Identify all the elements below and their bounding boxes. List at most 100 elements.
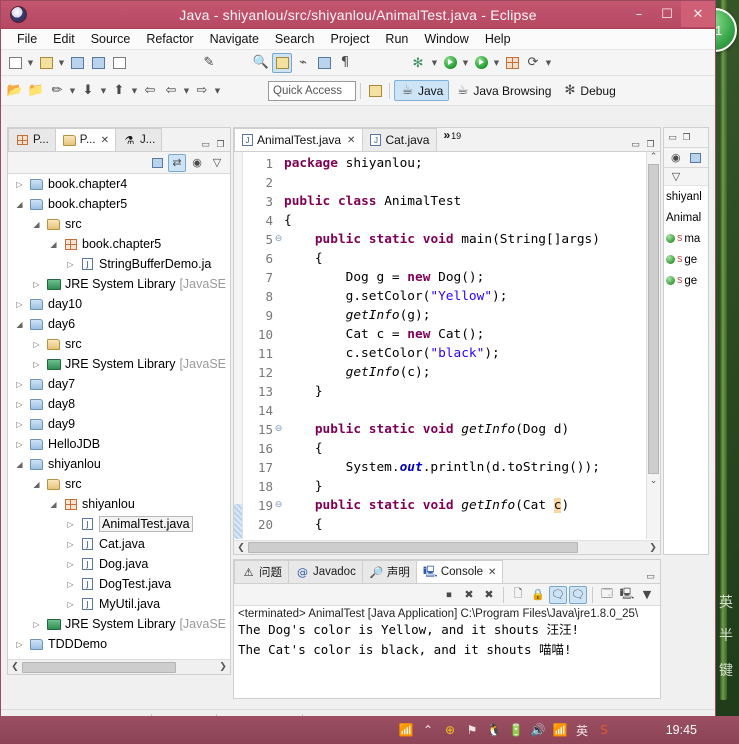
new-console-view-icon[interactable]: 🖳 bbox=[618, 586, 636, 604]
tree-item-day8[interactable]: ▷ day8 bbox=[8, 394, 230, 414]
battery-icon[interactable]: 🔋 bbox=[505, 719, 527, 741]
code-line[interactable]: { bbox=[284, 249, 660, 268]
pilcrow-icon[interactable]: ¶ bbox=[335, 53, 355, 73]
fold-toggle-icon[interactable] bbox=[273, 306, 284, 325]
toggle-mark-occurrences-icon[interactable]: ✎ bbox=[199, 53, 219, 73]
close-button[interactable]: ✕ bbox=[681, 1, 715, 27]
forward-dropdown-icon[interactable]: ▼ bbox=[213, 87, 222, 95]
new-class-dropdown-icon[interactable]: ▼ bbox=[57, 59, 66, 67]
scroll-left-icon[interactable]: ❮ bbox=[8, 662, 22, 672]
link-with-editor-icon[interactable]: ⇄ bbox=[168, 153, 186, 172]
next-annotation-icon[interactable]: ⬇ bbox=[78, 81, 98, 101]
fold-toggle-icon[interactable] bbox=[273, 173, 284, 192]
code-line[interactable]: public static void main(String[]args) bbox=[284, 230, 660, 249]
outline-item-ge[interactable]: Sge bbox=[664, 270, 708, 291]
twisty-icon[interactable]: ▷ bbox=[14, 180, 25, 189]
twisty-icon[interactable]: ◢ bbox=[48, 240, 59, 249]
tree-item-book-chapter4[interactable]: ▷ book.chapter4 bbox=[8, 174, 230, 194]
twisty-icon[interactable]: ▷ bbox=[65, 580, 76, 589]
quick-access-input[interactable]: Quick Access bbox=[268, 80, 356, 101]
code-line[interactable]: public class AnimalTest bbox=[284, 192, 660, 211]
edit-dropdown-icon[interactable]: ▼ bbox=[68, 87, 77, 95]
open-type-icon[interactable]: 📂 bbox=[5, 81, 25, 101]
code-line[interactable]: public static void getInfo(Dog d) bbox=[284, 420, 660, 439]
fold-toggle-icon[interactable] bbox=[273, 268, 284, 287]
twisty-icon[interactable]: ▷ bbox=[14, 440, 25, 449]
print-icon[interactable] bbox=[109, 53, 129, 73]
outline-item-ma[interactable]: Sma bbox=[664, 228, 708, 249]
code-line[interactable]: package shiyanlou; bbox=[284, 154, 660, 173]
tree-item-hellojdb[interactable]: ▷ HelloJDB bbox=[8, 434, 230, 454]
collapse-all-icon[interactable] bbox=[687, 149, 705, 167]
up-chevron-icon[interactable]: ⌃ bbox=[417, 719, 439, 741]
tree-item-tdddemo[interactable]: ▷ TDDDemo bbox=[8, 634, 230, 654]
scroll-lock-icon[interactable]: 🔒 bbox=[529, 586, 547, 604]
last-edit-location-icon[interactable]: ⇦ bbox=[140, 81, 160, 101]
editor-marker-bar[interactable] bbox=[234, 152, 243, 539]
scroll-left-icon[interactable]: ❮ bbox=[234, 543, 248, 553]
scroll-thumb[interactable] bbox=[648, 164, 659, 474]
remove-launch-icon[interactable]: ✖ bbox=[460, 586, 478, 604]
code-line[interactable]: Dog g = new Dog(); bbox=[284, 268, 660, 287]
code-line[interactable] bbox=[284, 173, 660, 192]
menu-search[interactable]: Search bbox=[267, 30, 323, 48]
new-wizard-icon[interactable] bbox=[5, 53, 25, 73]
display-selected-console-icon[interactable]: 🗨 bbox=[569, 585, 587, 604]
run-icon[interactable] bbox=[440, 53, 460, 73]
taskbar-clock[interactable]: 19:45 bbox=[666, 723, 697, 737]
twisty-icon[interactable]: ▷ bbox=[31, 360, 42, 369]
external-tools-icon[interactable] bbox=[471, 53, 491, 73]
open-task-icon[interactable] bbox=[272, 52, 292, 73]
tab-console[interactable]: 🖳 Console ✕ bbox=[415, 560, 504, 583]
tab-project-explorer[interactable]: P... bbox=[8, 128, 56, 151]
refresh-icon[interactable]: ⟳ bbox=[523, 53, 543, 73]
outline-item-ge[interactable]: Sge bbox=[664, 249, 708, 270]
save-icon[interactable] bbox=[67, 53, 87, 73]
twisty-icon[interactable]: ▷ bbox=[65, 600, 76, 609]
tree-item-jre-system-library[interactable]: ▷ JRE System Library [JavaSE bbox=[8, 274, 230, 294]
package-explorer-hscrollbar[interactable]: ❮ ❯ bbox=[8, 659, 230, 674]
back-dropdown-icon[interactable]: ▼ bbox=[182, 87, 191, 95]
sogou-icon[interactable]: S bbox=[593, 719, 615, 741]
show-whitespace-icon[interactable] bbox=[314, 53, 334, 73]
minimize-editor-icon[interactable]: ▭ bbox=[629, 139, 642, 151]
code-line[interactable]: { bbox=[284, 439, 660, 458]
code-line[interactable]: { bbox=[284, 515, 660, 534]
twisty-icon[interactable]: ▷ bbox=[31, 340, 42, 349]
search-icon[interactable]: 🔍 bbox=[251, 53, 271, 73]
package-explorer-tree[interactable]: ▷ book.chapter4 ◢ book.chapter5 ◢ src ◢ book.ch… bbox=[8, 174, 230, 658]
fold-toggle-icon[interactable] bbox=[273, 325, 284, 344]
clear-console-icon[interactable]: 🗋 bbox=[509, 586, 527, 604]
ime-chinese-icon[interactable]: 英 bbox=[571, 719, 593, 741]
code-line[interactable]: getInfo(g); bbox=[284, 306, 660, 325]
twisty-icon[interactable]: ◢ bbox=[48, 500, 59, 509]
fold-toggle-icon[interactable] bbox=[273, 477, 284, 496]
menu-file[interactable]: File bbox=[9, 30, 45, 48]
new-wizard-dropdown-icon[interactable]: ▼ bbox=[26, 59, 35, 67]
fold-toggle-icon[interactable] bbox=[273, 249, 284, 268]
code-line[interactable]: c.setColor("black"); bbox=[284, 344, 660, 363]
folding-column[interactable]: ⊖ ⊖ ⊖ bbox=[273, 152, 284, 539]
fold-toggle-icon[interactable] bbox=[273, 458, 284, 477]
tree-item-test[interactable]: ▷Test bbox=[8, 654, 230, 658]
twisty-icon[interactable]: ◢ bbox=[14, 200, 25, 209]
minimize-view-icon[interactable]: ▭ bbox=[666, 132, 679, 144]
code-line[interactable]: } bbox=[284, 477, 660, 496]
tab-problems[interactable]: ⚠ 问题 bbox=[234, 560, 289, 583]
fold-toggle-icon[interactable]: ⊖ bbox=[273, 496, 284, 515]
volume-icon[interactable]: 🔊 bbox=[527, 719, 549, 741]
outline-item-animal[interactable]: Animal bbox=[664, 207, 708, 228]
code-line[interactable] bbox=[284, 401, 660, 420]
tab-junit[interactable]: ⚗ J... bbox=[114, 128, 163, 151]
fold-toggle-icon[interactable] bbox=[273, 401, 284, 420]
tree-item-src[interactable]: ◢ src bbox=[8, 214, 230, 234]
tree-item-shiyanlou[interactable]: ◢ shiyanlou bbox=[8, 494, 230, 514]
menu-project[interactable]: Project bbox=[323, 30, 378, 48]
maximize-editor-icon[interactable]: ❐ bbox=[644, 139, 657, 151]
collapse-all-icon[interactable] bbox=[148, 154, 166, 172]
twisty-icon[interactable]: ▷ bbox=[65, 260, 76, 269]
tree-item-day6[interactable]: ◢ day6 bbox=[8, 314, 230, 334]
perspective-java-browsing[interactable]: ☕ Java Browsing bbox=[450, 81, 556, 100]
code-line[interactable]: getInfo(c); bbox=[284, 363, 660, 382]
debug-dropdown-icon[interactable]: ▼ bbox=[430, 59, 439, 67]
